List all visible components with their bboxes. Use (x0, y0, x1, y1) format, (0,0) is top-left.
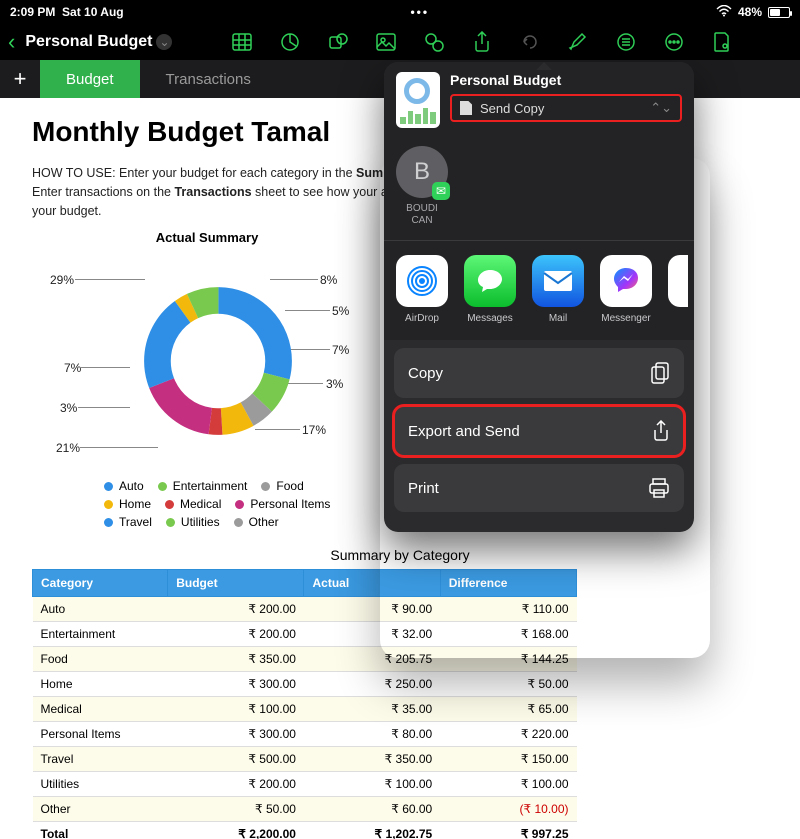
back-button[interactable]: ‹ (8, 29, 15, 55)
app-partial-icon (668, 255, 688, 307)
mail-icon (532, 255, 584, 307)
seg-label: 17% (302, 423, 326, 437)
table-row[interactable]: Travel₹ 500.00₹ 350.00₹ 150.00 (33, 747, 577, 772)
add-sheet-button[interactable]: + (0, 66, 40, 92)
wifi-icon (716, 5, 732, 20)
tab-budget-label: Budget (66, 71, 114, 88)
document-title[interactable]: Personal Budget (25, 33, 152, 51)
undo-icon[interactable] (520, 32, 540, 52)
tab-budget[interactable]: Budget (40, 60, 140, 98)
table-title: Summary by Category (32, 547, 768, 563)
document-icon (460, 101, 472, 115)
th-actual[interactable]: Actual (304, 570, 440, 597)
messages-icon (464, 255, 516, 307)
image-icon[interactable] (376, 32, 396, 52)
shape-icon[interactable] (328, 32, 348, 52)
brush-icon[interactable] (568, 32, 588, 52)
status-date: Sat 10 Aug (62, 5, 124, 19)
share-actions: Copy Export and Send Print (384, 340, 694, 532)
donut-chart[interactable]: 29% 8% 5% 7% 3% 17% 21% 3% 7% (50, 251, 380, 471)
action-copy[interactable]: Copy (394, 348, 684, 398)
action-export-send[interactable]: Export and Send (394, 406, 684, 456)
status-time: 2:09 PM (10, 5, 55, 19)
nav-bar: ‹ Personal Budget ⌄ (0, 24, 800, 60)
chart-title: Actual Summary (32, 230, 382, 245)
share-icon[interactable] (472, 32, 492, 52)
send-copy-label: Send Copy (480, 101, 544, 116)
summary-table[interactable]: Category Budget Actual Difference Auto₹ … (32, 569, 577, 839)
more-icon[interactable] (664, 32, 684, 52)
seg-label: 3% (326, 377, 343, 391)
table-row[interactable]: Utilities₹ 200.00₹ 100.00₹ 100.00 (33, 772, 577, 797)
table-row[interactable]: Personal Items₹ 300.00₹ 80.00₹ 220.00 (33, 722, 577, 747)
action-export-label: Export and Send (408, 423, 520, 440)
battery-pct: 48% (738, 5, 762, 19)
doc-dropdown-icon[interactable]: ⌄ (156, 34, 172, 50)
app-messenger[interactable]: Messenger (600, 255, 652, 324)
action-print-label: Print (408, 480, 439, 497)
chart-icon[interactable] (280, 32, 300, 52)
table-icon[interactable] (232, 32, 252, 52)
action-copy-label: Copy (408, 365, 443, 382)
print-icon (648, 478, 670, 498)
seg-label: 29% (50, 273, 74, 287)
share-apps-row: AirDrop Messages Mail Messenger (384, 240, 694, 340)
table-row[interactable]: Medical₹ 100.00₹ 35.00₹ 65.00 (33, 697, 577, 722)
donut-svg (138, 281, 298, 441)
action-print[interactable]: Print (394, 464, 684, 512)
share-icon (652, 420, 670, 442)
airdrop-icon (396, 255, 448, 307)
status-right: 48% (716, 5, 790, 20)
th-budget[interactable]: Budget (168, 570, 304, 597)
list-icon[interactable] (616, 32, 636, 52)
messenger-icon (600, 255, 652, 307)
th-category[interactable]: Category (33, 570, 168, 597)
share-doc-title: Personal Budget (450, 72, 682, 88)
insert-icon[interactable] (424, 32, 444, 52)
contact-name: BOUDI CAN (396, 203, 448, 226)
app-messages[interactable]: Messages (464, 255, 516, 324)
chevron-icon: ⌃⌄ (650, 100, 672, 116)
share-header: Personal Budget Send Copy ⌃⌄ (384, 62, 694, 140)
status-ellipsis: ••• (124, 5, 716, 19)
copy-icon (650, 362, 670, 384)
table-row[interactable]: Entertainment₹ 200.00₹ 32.00₹ 168.00 (33, 622, 577, 647)
th-difference[interactable]: Difference (440, 570, 576, 597)
battery-icon (768, 7, 790, 18)
tab-transactions-label: Transactions (166, 71, 251, 88)
seg-label: 21% (56, 441, 80, 455)
table-row[interactable]: Other₹ 50.00₹ 60.00(₹ 10.00) (33, 797, 577, 822)
contacts-row: B ✉ BOUDI CAN (384, 140, 694, 240)
seg-label: 5% (332, 304, 349, 318)
table-total[interactable]: Total₹ 2,200.00₹ 1,202.75₹ 997.25 (33, 822, 577, 839)
chart-legend: Auto Entertainment Food Home Medical Per… (104, 479, 382, 529)
app-mail[interactable]: Mail (532, 255, 584, 324)
table-row[interactable]: Food₹ 350.00₹ 205.75₹ 144.25 (33, 647, 577, 672)
tab-transactions[interactable]: Transactions (140, 60, 277, 98)
seg-label: 7% (332, 343, 349, 357)
messages-badge-icon: ✉ (432, 182, 450, 200)
seg-label: 8% (320, 273, 337, 287)
document-thumbnail (396, 72, 440, 128)
contact-avatar[interactable]: B ✉ (396, 146, 448, 198)
seg-label: 3% (60, 401, 77, 415)
share-sheet: Personal Budget Send Copy ⌃⌄ B ✉ BOUDI C… (384, 62, 694, 532)
seg-label: 7% (64, 361, 81, 375)
table-row[interactable]: Home₹ 300.00₹ 250.00₹ 50.00 (33, 672, 577, 697)
table-row[interactable]: Auto₹ 200.00₹ 90.00₹ 110.00 (33, 597, 577, 622)
status-time-date: 2:09 PM Sat 10 Aug (10, 5, 124, 19)
status-bar: 2:09 PM Sat 10 Aug ••• 48% (0, 0, 800, 24)
toolbar (172, 32, 792, 52)
document-icon[interactable] (712, 32, 732, 52)
app-more[interactable] (668, 255, 688, 324)
app-airdrop[interactable]: AirDrop (396, 255, 448, 324)
send-copy-button[interactable]: Send Copy ⌃⌄ (450, 94, 682, 122)
